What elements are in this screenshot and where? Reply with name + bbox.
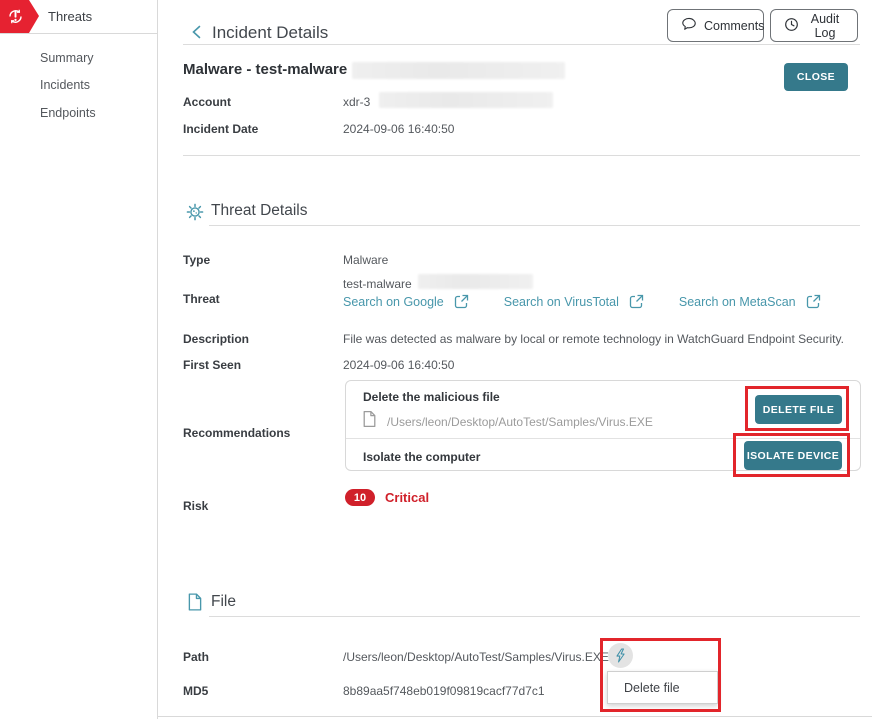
description-value: File was detected as malware by local or…	[343, 332, 863, 346]
risk-label: Risk	[183, 499, 208, 513]
audit-log-button-label: Audit Log	[806, 12, 844, 40]
section-divider	[183, 155, 860, 156]
sidebar-item-endpoints[interactable]: Endpoints	[40, 106, 96, 120]
first-seen-label: First Seen	[183, 358, 241, 372]
threat-label: Threat	[183, 292, 220, 306]
clock-icon	[784, 17, 799, 35]
lightning-icon	[614, 648, 627, 663]
back-button[interactable]	[189, 24, 207, 42]
search-on-google-label: Search on Google	[343, 295, 444, 309]
type-value: Malware	[343, 253, 388, 267]
sidebar-item-summary[interactable]: Summary	[40, 51, 93, 65]
first-seen-value: 2024-09-06 16:40:50	[343, 358, 454, 372]
header-divider	[183, 44, 860, 45]
comment-bubble-icon	[681, 16, 697, 35]
search-on-metascan-label: Search on MetaScan	[679, 295, 796, 309]
incident-details-screen: Threats Summary Incidents Endpoints Inci…	[0, 0, 872, 719]
sidebar-item-incidents[interactable]: Incidents	[40, 78, 90, 92]
menu-item-delete-file[interactable]: Delete file	[608, 672, 717, 703]
incident-date-value: 2024-09-06 16:40:50	[343, 122, 454, 136]
file-section-icon	[186, 592, 204, 617]
risk-level-text: Critical	[385, 490, 429, 505]
description-label: Description	[183, 332, 249, 346]
search-on-google-link[interactable]: Search on Google	[343, 293, 470, 310]
virus-icon	[185, 202, 205, 227]
path-value: /Users/leon/Desktop/AutoTest/Samples/Vir…	[343, 650, 609, 664]
file-section-title: File	[211, 593, 236, 611]
redacted-blur	[352, 62, 565, 79]
incident-date-label: Incident Date	[183, 122, 258, 136]
external-link-icon	[805, 293, 822, 310]
audit-log-button[interactable]: Audit Log	[770, 9, 858, 42]
isolate-device-button[interactable]: ISOLATE DEVICE	[744, 441, 842, 470]
sidebar: Threats Summary Incidents Endpoints	[0, 0, 158, 719]
file-section-underline	[209, 616, 860, 617]
comments-button-label: Comments	[704, 19, 764, 33]
account-label: Account	[183, 95, 231, 109]
md5-label: MD5	[183, 684, 208, 698]
external-link-icon	[628, 293, 645, 310]
search-on-virustotal-label: Search on VirusTotal	[504, 295, 619, 309]
close-button[interactable]: CLOSE	[784, 63, 848, 91]
file-icon	[361, 410, 378, 433]
path-label: Path	[183, 650, 209, 664]
recommendations-label: Recommendations	[183, 426, 290, 440]
redacted-blur	[418, 274, 533, 289]
search-on-virustotal-link[interactable]: Search on VirusTotal	[504, 293, 645, 310]
page-title: Incident Details	[212, 23, 328, 43]
recommendations-box: Delete the malicious file /Users/leon/De…	[345, 380, 861, 471]
risk-score-badge: 10	[345, 489, 375, 506]
recommendation-title: Isolate the computer	[363, 450, 480, 464]
delete-file-button[interactable]: DELETE FILE	[755, 395, 842, 424]
account-value: xdr-3	[343, 95, 370, 109]
threat-value: test-malware	[343, 277, 412, 291]
type-label: Type	[183, 253, 210, 267]
sidebar-header: Threats	[0, 0, 157, 34]
redacted-blur	[379, 92, 553, 108]
comments-button[interactable]: Comments	[667, 9, 764, 42]
content-bottom-border	[158, 716, 872, 717]
file-actions-menu: Delete file	[607, 671, 718, 704]
external-link-icon	[453, 293, 470, 310]
recommendation-title: Delete the malicious file	[363, 390, 500, 404]
md5-value: 8b89aa5f748eb019f09819cacf77d7c1	[343, 684, 545, 698]
sidebar-title: Threats	[48, 9, 92, 24]
threat-details-underline	[209, 225, 860, 226]
threat-search-links: Search on Google Search on VirusTotal Se…	[343, 293, 822, 310]
threat-details-section-title: Threat Details	[211, 202, 307, 220]
file-actions-button[interactable]	[608, 643, 633, 668]
recommendations-divider	[346, 438, 860, 439]
incident-title: Malware - test-malware	[183, 61, 347, 78]
chevron-left-icon	[189, 24, 205, 40]
recommendation-file-path: /Users/leon/Desktop/AutoTest/Samples/Vir…	[387, 415, 653, 429]
threats-banner	[0, 0, 40, 33]
search-on-metascan-link[interactable]: Search on MetaScan	[679, 293, 822, 310]
